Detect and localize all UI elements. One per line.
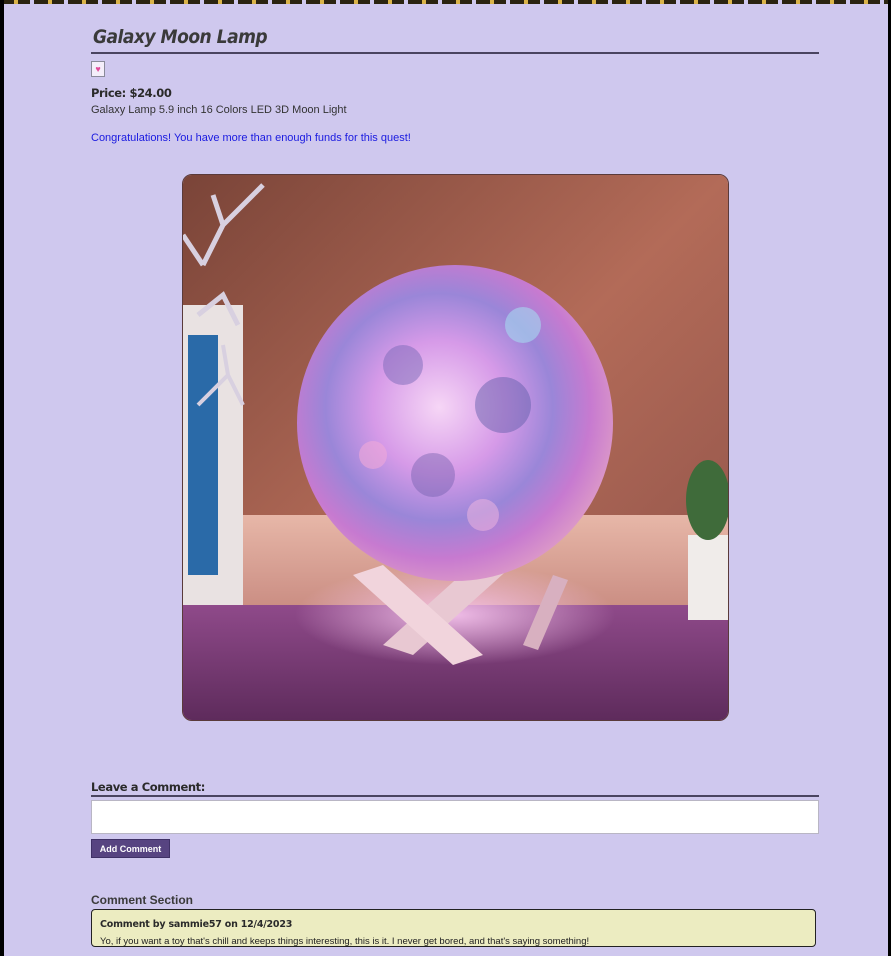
comment-author-date: Comment by sammie57 on 12/4/2023 <box>100 919 293 930</box>
title-divider <box>91 52 819 54</box>
comment-text: Yo, if you want a toy that's chill and k… <box>100 936 590 947</box>
add-comment-button[interactable]: Add Comment <box>91 839 170 858</box>
comment-section-title: Comment Section <box>91 893 194 907</box>
comment-input[interactable] <box>91 800 819 834</box>
funds-message: Congratulations! You have more than enou… <box>91 132 411 144</box>
product-price: Price: $24.00 <box>91 86 172 100</box>
comment-card: Comment by sammie57 on 12/4/2023 Yo, if … <box>91 909 816 947</box>
heart-icon: ♥ <box>95 64 101 74</box>
favorite-button[interactable]: ♥ <box>91 61 105 77</box>
page-frame-left <box>0 0 4 956</box>
product-description: Galaxy Lamp 5.9 inch 16 Colors LED 3D Mo… <box>91 104 347 116</box>
product-image <box>182 174 729 721</box>
product-title: Galaxy Moon Lamp <box>93 26 268 48</box>
decorative-top-border <box>0 0 891 4</box>
comment-divider <box>91 795 819 797</box>
leave-comment-heading: Leave a Comment: <box>91 780 205 794</box>
